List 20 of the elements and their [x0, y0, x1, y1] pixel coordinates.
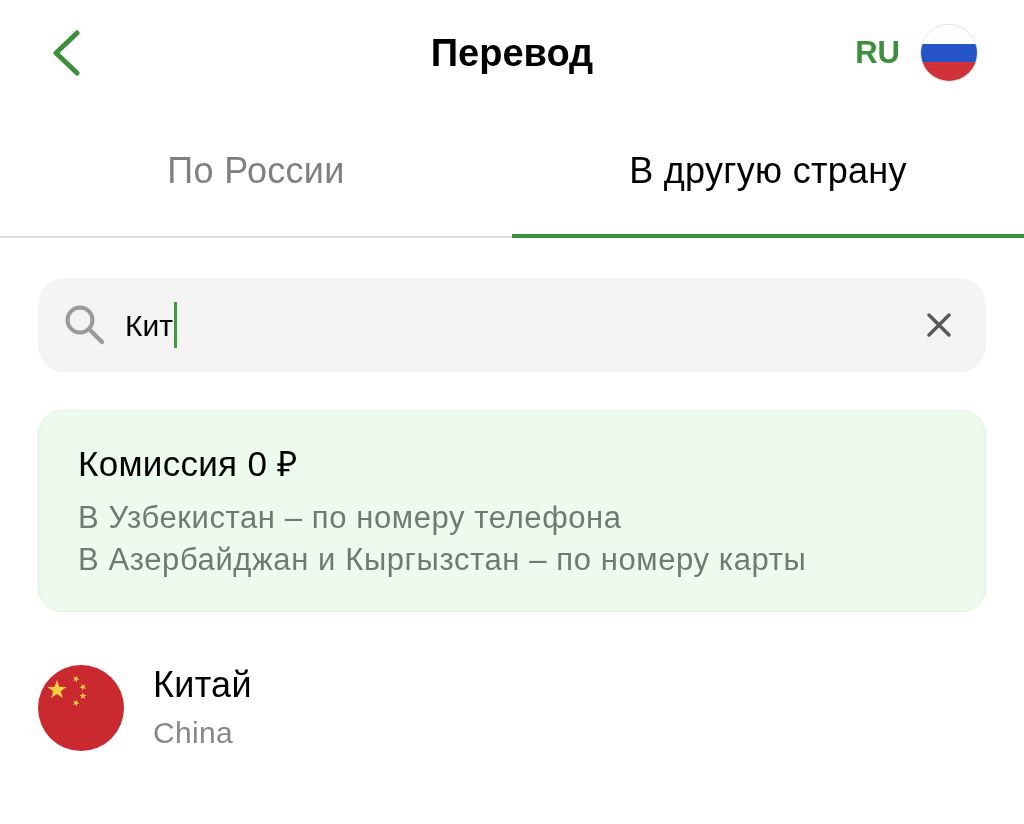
text-cursor	[174, 302, 177, 348]
country-name-english: China	[153, 715, 234, 751]
clear-button[interactable]	[926, 312, 952, 338]
chinese-flag-icon	[38, 665, 124, 751]
search-icon	[64, 304, 106, 346]
close-icon	[927, 313, 951, 337]
language-button[interactable]: RU	[855, 29, 900, 77]
tab[interactable]: По России	[0, 108, 512, 238]
russian-flag-icon	[920, 24, 978, 82]
card-text: В Азербайджан и Кыргызстан – по номеру карты	[78, 541, 808, 579]
back-chevron-icon	[51, 30, 81, 76]
country-item[interactable]: Китай China	[38, 665, 986, 751]
tab[interactable]: В другую страну	[512, 108, 1024, 238]
card-title: Комиссия 0 ₽	[78, 443, 299, 485]
search-value: Кит	[125, 307, 173, 344]
search-field[interactable]: Кит	[38, 278, 986, 372]
country-name: Китай	[153, 663, 252, 707]
screen-title: Перевод	[430, 30, 594, 76]
back-button[interactable]	[50, 29, 82, 77]
card-text: В Узбекистан – по номеру телефона	[78, 499, 623, 537]
